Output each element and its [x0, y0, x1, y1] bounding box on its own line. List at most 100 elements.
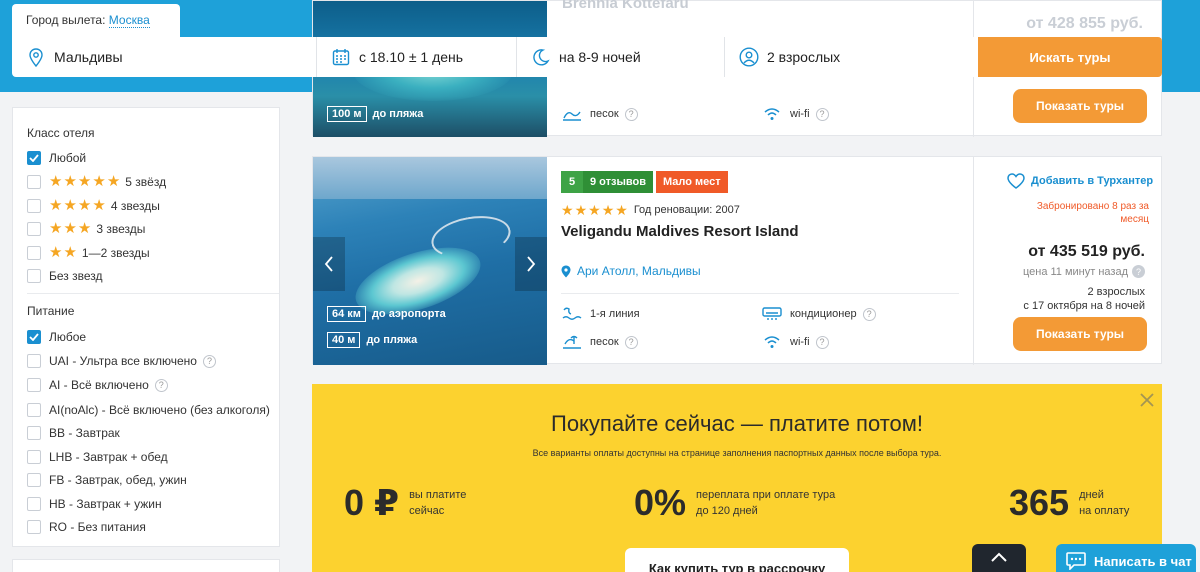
- food-option-ai-noalc[interactable]: AI(noAlc) - Всё включено (без алкоголя): [27, 402, 270, 418]
- checkbox[interactable]: [27, 354, 41, 368]
- class-option-label: 4 звезды: [110, 199, 160, 213]
- feature-label: wi-fi: [790, 108, 810, 120]
- food-option-ai[interactable]: AI - Всё включено ?: [27, 377, 168, 393]
- dates-value: с 18.10 ± 1 день: [359, 49, 464, 65]
- class-option-1-2[interactable]: ★ ★ 1—2 звезды: [27, 245, 150, 261]
- food-option-fb[interactable]: FB - Завтрак, обед, ужин: [27, 472, 187, 488]
- distance-beach: 40 м до пляжа: [327, 331, 417, 349]
- chevron-left-icon: [324, 256, 333, 272]
- checkbox[interactable]: [27, 151, 41, 165]
- tourists-field[interactable]: 2 взрослых: [725, 37, 978, 77]
- tour-details: 2 взрослых с 17 октября на 8 ночей: [1023, 285, 1145, 313]
- distance-beach-label: до пляжа: [372, 108, 424, 120]
- chevron-right-icon: [527, 256, 536, 272]
- nights-value: на 8-9 ночей: [559, 49, 641, 65]
- star-icon: ★: [63, 173, 77, 190]
- help-icon[interactable]: ?: [624, 107, 638, 121]
- food-option-bb[interactable]: BB - Завтрак: [27, 425, 120, 441]
- search-tours-button[interactable]: Искать туры: [978, 37, 1162, 77]
- help-icon[interactable]: ?: [154, 378, 168, 392]
- star-icon: ★: [92, 173, 106, 190]
- promo-item-line1: переплата при оплате тура: [696, 489, 836, 501]
- hotel-photo-sky: [313, 157, 547, 199]
- star-icon: ★: [49, 197, 63, 214]
- destination-value: Мальдивы: [54, 49, 123, 65]
- help-icon[interactable]: ?: [815, 107, 829, 121]
- food-option-uai[interactable]: UAI - Ультра все включено ?: [27, 353, 216, 369]
- how-to-buy-installment-button[interactable]: Как купить тур в рассрочку: [625, 548, 849, 572]
- promo-item-line2: на оплату: [1079, 505, 1130, 517]
- destination-field[interactable]: Мальдивы: [12, 37, 317, 77]
- help-icon[interactable]: ?: [862, 307, 876, 321]
- promo-item-line2: до 120 дней: [696, 505, 758, 517]
- hotel-name[interactable]: Veligandu Maldives Resort Island: [561, 223, 799, 240]
- hotel-photo[interactable]: 64 км до аэропорта 40 м до пляжа: [313, 157, 547, 365]
- close-icon[interactable]: [1140, 390, 1154, 413]
- checkbox[interactable]: [27, 199, 41, 213]
- food-option-hb[interactable]: HB - Завтрак + ужин: [27, 496, 162, 512]
- heart-icon: [1007, 173, 1025, 189]
- photo-next-button[interactable]: [515, 237, 547, 291]
- feature-sand-prev: песок ?: [562, 105, 638, 123]
- class-option-any[interactable]: Любой: [27, 150, 86, 166]
- filters-sidebar-next: [12, 559, 280, 572]
- class-option-label: 3 звезды: [96, 222, 146, 236]
- chat-button[interactable]: Написать в чат: [1056, 544, 1196, 572]
- star-icon: ★: [77, 197, 92, 214]
- class-option-3[interactable]: ★ ★ ★ 3 звезды: [27, 221, 145, 237]
- checkbox[interactable]: [27, 222, 41, 236]
- wifi-icon: [762, 105, 782, 123]
- photo-prev-button[interactable]: [313, 237, 345, 291]
- class-option-none[interactable]: Без звезд: [27, 268, 103, 284]
- checkbox[interactable]: [27, 175, 41, 189]
- checkbox[interactable]: [27, 330, 41, 344]
- help-icon[interactable]: ?: [815, 335, 829, 349]
- distance-beach-value: 100 м: [327, 106, 367, 122]
- promo-item-line1: вы платите: [409, 489, 467, 501]
- checkbox[interactable]: [27, 426, 41, 440]
- hotel-title-prev[interactable]: Brennia Kottefaru: [562, 0, 689, 12]
- checkbox[interactable]: [27, 403, 41, 417]
- hotel-card: 64 км до аэропорта 40 м до пляжа 5 9 отз…: [312, 156, 1162, 365]
- checkbox[interactable]: [27, 269, 41, 283]
- food-option-lhb[interactable]: LHB - Завтрак + обед: [27, 449, 168, 465]
- food-option-label: LHB - Завтрак + обед: [49, 450, 168, 464]
- class-option-4[interactable]: ★ ★ ★ ★ 4 звезды: [27, 198, 160, 214]
- add-to-favorites-button[interactable]: Добавить в Турхантер: [1007, 173, 1153, 189]
- checkbox[interactable]: [27, 473, 41, 487]
- checkbox[interactable]: [27, 497, 41, 511]
- checkbox[interactable]: [27, 450, 41, 464]
- food-option-label: HB - Завтрак + ужин: [49, 497, 162, 511]
- origin-city-selector[interactable]: Город вылета: Москва: [12, 4, 180, 38]
- distance-beach-value: 40 м: [327, 332, 361, 348]
- food-option-ro[interactable]: RO - Без питания: [27, 519, 146, 535]
- calendar-icon: [331, 47, 351, 67]
- show-tours-button[interactable]: Показать туры: [1013, 317, 1147, 351]
- checkbox[interactable]: [27, 246, 41, 260]
- origin-city-link[interactable]: Москва: [108, 13, 150, 28]
- star-icon: ★: [49, 244, 63, 261]
- class-option-label: Без звезд: [49, 269, 103, 283]
- help-icon[interactable]: ?: [1132, 265, 1145, 278]
- food-option-any[interactable]: Любое: [27, 329, 86, 345]
- checkbox[interactable]: [27, 520, 41, 534]
- chevron-up-icon: [991, 552, 1007, 562]
- rating-badge[interactable]: 5 9 отзывов: [561, 171, 653, 193]
- class-option-5[interactable]: ★ ★ ★ ★ ★ 5 звёзд: [27, 174, 166, 190]
- help-icon[interactable]: ?: [624, 335, 638, 349]
- hotel-location[interactable]: Ари Атолл, Мальдивы: [561, 264, 701, 278]
- promo-item-text: дней на оплату: [1079, 487, 1129, 519]
- feature-wifi: wi-fi ?: [762, 333, 829, 351]
- checkbox[interactable]: [27, 378, 41, 392]
- feature-wifi-prev: wi-fi ?: [762, 105, 829, 123]
- promo-item-line2: сейчас: [409, 505, 445, 517]
- promo-item-pay-now: 0 ₽ вы платите сейчас: [344, 482, 466, 524]
- nights-field[interactable]: на 8-9 ночей: [517, 37, 725, 77]
- promo-item-value: 0%: [634, 482, 687, 523]
- scroll-to-top-button[interactable]: [972, 544, 1026, 572]
- user-icon: [739, 47, 759, 67]
- help-icon[interactable]: ?: [202, 354, 216, 368]
- promo-item-line1: дней: [1079, 489, 1104, 501]
- dates-field[interactable]: с 18.10 ± 1 день: [317, 37, 517, 77]
- show-tours-button-prev[interactable]: Показать туры: [1013, 89, 1147, 123]
